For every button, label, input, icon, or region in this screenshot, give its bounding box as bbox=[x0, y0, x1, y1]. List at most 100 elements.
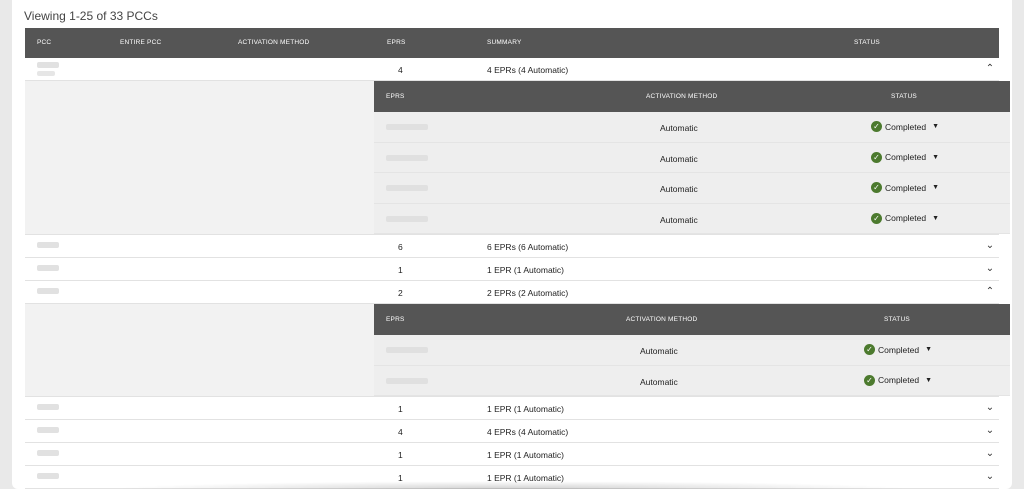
status-value: Completed bbox=[885, 121, 927, 132]
table-row[interactable]: 4 4 EPRs (4 Automatic) ⌄ bbox=[25, 420, 999, 443]
status-dropdown[interactable]: ✓ Completed ▼ bbox=[871, 212, 939, 224]
status-value: Completed bbox=[885, 213, 927, 223]
epr-subtable: EPRs ACTIVATION METHOD STATUS Automatic … bbox=[374, 304, 1010, 396]
status-dropdown[interactable]: ✓ Completed ▼ bbox=[871, 151, 939, 163]
chevron-up-icon[interactable]: ⌃ bbox=[983, 285, 997, 299]
col-status[interactable]: STATUS bbox=[854, 39, 880, 46]
chevron-down-icon[interactable]: ⌄ bbox=[983, 239, 997, 253]
pcc-redacted bbox=[37, 62, 59, 68]
epr-row[interactable]: Automatic ✓ Completed ▼ bbox=[374, 142, 1010, 173]
epr-count: 2 bbox=[398, 288, 403, 298]
caret-down-icon[interactable]: ▼ bbox=[925, 377, 932, 384]
caret-down-icon[interactable]: ▼ bbox=[932, 184, 939, 191]
expanded-detail: EPRs ACTIVATION METHOD STATUS Automatic … bbox=[25, 81, 1010, 235]
epr-subtable: EPRs ACTIVATION METHOD STATUS Automatic … bbox=[374, 81, 1010, 234]
table-row[interactable]: 1 1 EPR (1 Automatic) ⌄ bbox=[25, 397, 999, 420]
scroll-shadow bbox=[112, 481, 912, 489]
subtable-header: EPRs ACTIVATION METHOD STATUS bbox=[374, 304, 1010, 335]
status-value: Completed bbox=[885, 152, 927, 162]
table-row[interactable]: 2 2 EPRs (2 Automatic) ⌃ bbox=[25, 281, 999, 304]
chevron-down-icon[interactable]: ⌄ bbox=[983, 424, 997, 438]
epr-count: 1 bbox=[398, 404, 403, 414]
table-row[interactable]: 6 6 EPRs (6 Automatic) ⌄ bbox=[25, 235, 999, 258]
activation-method-value: Automatic bbox=[660, 184, 698, 194]
subtable-header: EPRs ACTIVATION METHOD STATUS bbox=[374, 81, 1010, 112]
activation-method-value: Automatic bbox=[640, 346, 678, 356]
table-row[interactable]: 1 1 EPR (1 Automatic) ⌄ bbox=[25, 258, 999, 281]
pcc-table: PCC ENTIRE PCC ACTIVATION METHOD EPRs SU… bbox=[25, 28, 1010, 489]
subcol-activation-method[interactable]: ACTIVATION METHOD bbox=[646, 93, 717, 100]
pcc-panel: Viewing 1-25 of 33 PCCs PCC ENTIRE PCC A… bbox=[12, 0, 1012, 489]
chevron-up-icon[interactable]: ⌃ bbox=[983, 62, 997, 76]
chevron-down-icon[interactable]: ⌄ bbox=[983, 401, 997, 415]
epr-redacted bbox=[386, 215, 428, 222]
status-value: Completed bbox=[885, 182, 927, 193]
activation-method-value: Automatic bbox=[640, 376, 678, 387]
status-dropdown[interactable]: ✓ Completed ▼ bbox=[871, 182, 939, 193]
caret-down-icon[interactable]: ▼ bbox=[925, 346, 932, 353]
pcc-redacted bbox=[37, 473, 59, 479]
pcc-redacted-line bbox=[37, 71, 55, 76]
subcol-activation-method[interactable]: ACTIVATION METHOD bbox=[626, 316, 697, 323]
caret-down-icon[interactable]: ▼ bbox=[932, 215, 939, 222]
status-dropdown[interactable]: ✓ Completed ▼ bbox=[871, 121, 939, 132]
check-circle-icon: ✓ bbox=[864, 344, 875, 355]
chevron-down-icon[interactable]: ⌄ bbox=[983, 470, 997, 484]
epr-count: 4 bbox=[398, 65, 403, 75]
viewing-count: Viewing 1-25 of 33 PCCs bbox=[24, 9, 158, 23]
pcc-redacted bbox=[37, 265, 59, 271]
table-row[interactable]: 1 1 EPR (1 Automatic) ⌄ bbox=[25, 443, 999, 466]
pcc-redacted bbox=[37, 450, 59, 456]
pcc-redacted bbox=[37, 242, 59, 248]
status-value: Completed bbox=[878, 344, 920, 355]
chevron-down-icon[interactable]: ⌄ bbox=[983, 262, 997, 276]
epr-count: 4 bbox=[398, 427, 403, 437]
epr-count: 1 bbox=[398, 450, 403, 460]
epr-count: 6 bbox=[398, 242, 403, 252]
chevron-down-icon[interactable]: ⌄ bbox=[983, 447, 997, 461]
caret-down-icon[interactable]: ▼ bbox=[932, 154, 939, 161]
subcol-status[interactable]: STATUS bbox=[884, 316, 910, 323]
expanded-detail: EPRs ACTIVATION METHOD STATUS Automatic … bbox=[25, 304, 1010, 397]
status-dropdown[interactable]: ✓ Completed ▼ bbox=[864, 374, 932, 386]
row-summary: 1 EPR (1 Automatic) bbox=[487, 404, 565, 414]
activation-method-value: Automatic bbox=[660, 153, 698, 164]
epr-redacted bbox=[386, 185, 428, 191]
col-entire-pcc[interactable]: ENTIRE PCC bbox=[120, 39, 161, 46]
col-eprs[interactable]: EPRs bbox=[387, 39, 406, 46]
epr-count: 1 bbox=[398, 265, 403, 275]
subcol-status[interactable]: STATUS bbox=[891, 93, 917, 100]
activation-method-value: Automatic bbox=[660, 214, 698, 225]
col-summary[interactable]: SUMMARY bbox=[487, 39, 522, 46]
epr-redacted bbox=[386, 154, 428, 161]
table-body: 4 4 EPRs (4 Automatic) ⌃ EPRs ACTIVATION M… bbox=[25, 58, 1010, 489]
check-circle-icon: ✓ bbox=[871, 212, 882, 224]
row-summary: 4 EPRs (4 Automatic) bbox=[487, 65, 569, 75]
status-dropdown[interactable]: ✓ Completed ▼ bbox=[864, 344, 932, 355]
epr-row[interactable]: Automatic ✓ Completed ▼ bbox=[374, 112, 1010, 143]
epr-row[interactable]: Automatic ✓ Completed ▼ bbox=[374, 173, 1010, 204]
row-summary: 6 EPRs (6 Automatic) bbox=[487, 242, 569, 252]
row-summary: 1 EPR (1 Automatic) bbox=[487, 265, 565, 275]
caret-down-icon[interactable]: ▼ bbox=[932, 123, 939, 130]
status-value: Completed bbox=[878, 375, 920, 385]
check-circle-icon: ✓ bbox=[864, 374, 875, 386]
row-summary: 4 EPRs (4 Automatic) bbox=[487, 427, 569, 437]
row-summary: 1 EPR (1 Automatic) bbox=[487, 450, 565, 460]
epr-row[interactable]: Automatic ✓ Completed ▼ bbox=[374, 335, 1010, 366]
col-pcc[interactable]: PCC bbox=[37, 39, 51, 46]
subcol-eprs[interactable]: EPRs bbox=[386, 93, 405, 100]
epr-row[interactable]: Automatic ✓ Completed ▼ bbox=[374, 203, 1010, 234]
pcc-redacted bbox=[37, 427, 59, 433]
check-circle-icon: ✓ bbox=[871, 151, 882, 163]
col-activation-method[interactable]: ACTIVATION METHOD bbox=[238, 39, 309, 46]
epr-redacted bbox=[386, 124, 428, 130]
subcol-eprs[interactable]: EPRs bbox=[386, 316, 405, 323]
pcc-redacted bbox=[37, 288, 59, 294]
epr-redacted bbox=[386, 347, 428, 353]
table-row[interactable]: 4 4 EPRs (4 Automatic) ⌃ bbox=[25, 58, 999, 81]
pcc-redacted bbox=[37, 404, 59, 410]
row-summary: 2 EPRs (2 Automatic) bbox=[487, 288, 569, 298]
check-circle-icon: ✓ bbox=[871, 121, 882, 132]
epr-row[interactable]: Automatic ✓ Completed ▼ bbox=[374, 365, 1010, 396]
